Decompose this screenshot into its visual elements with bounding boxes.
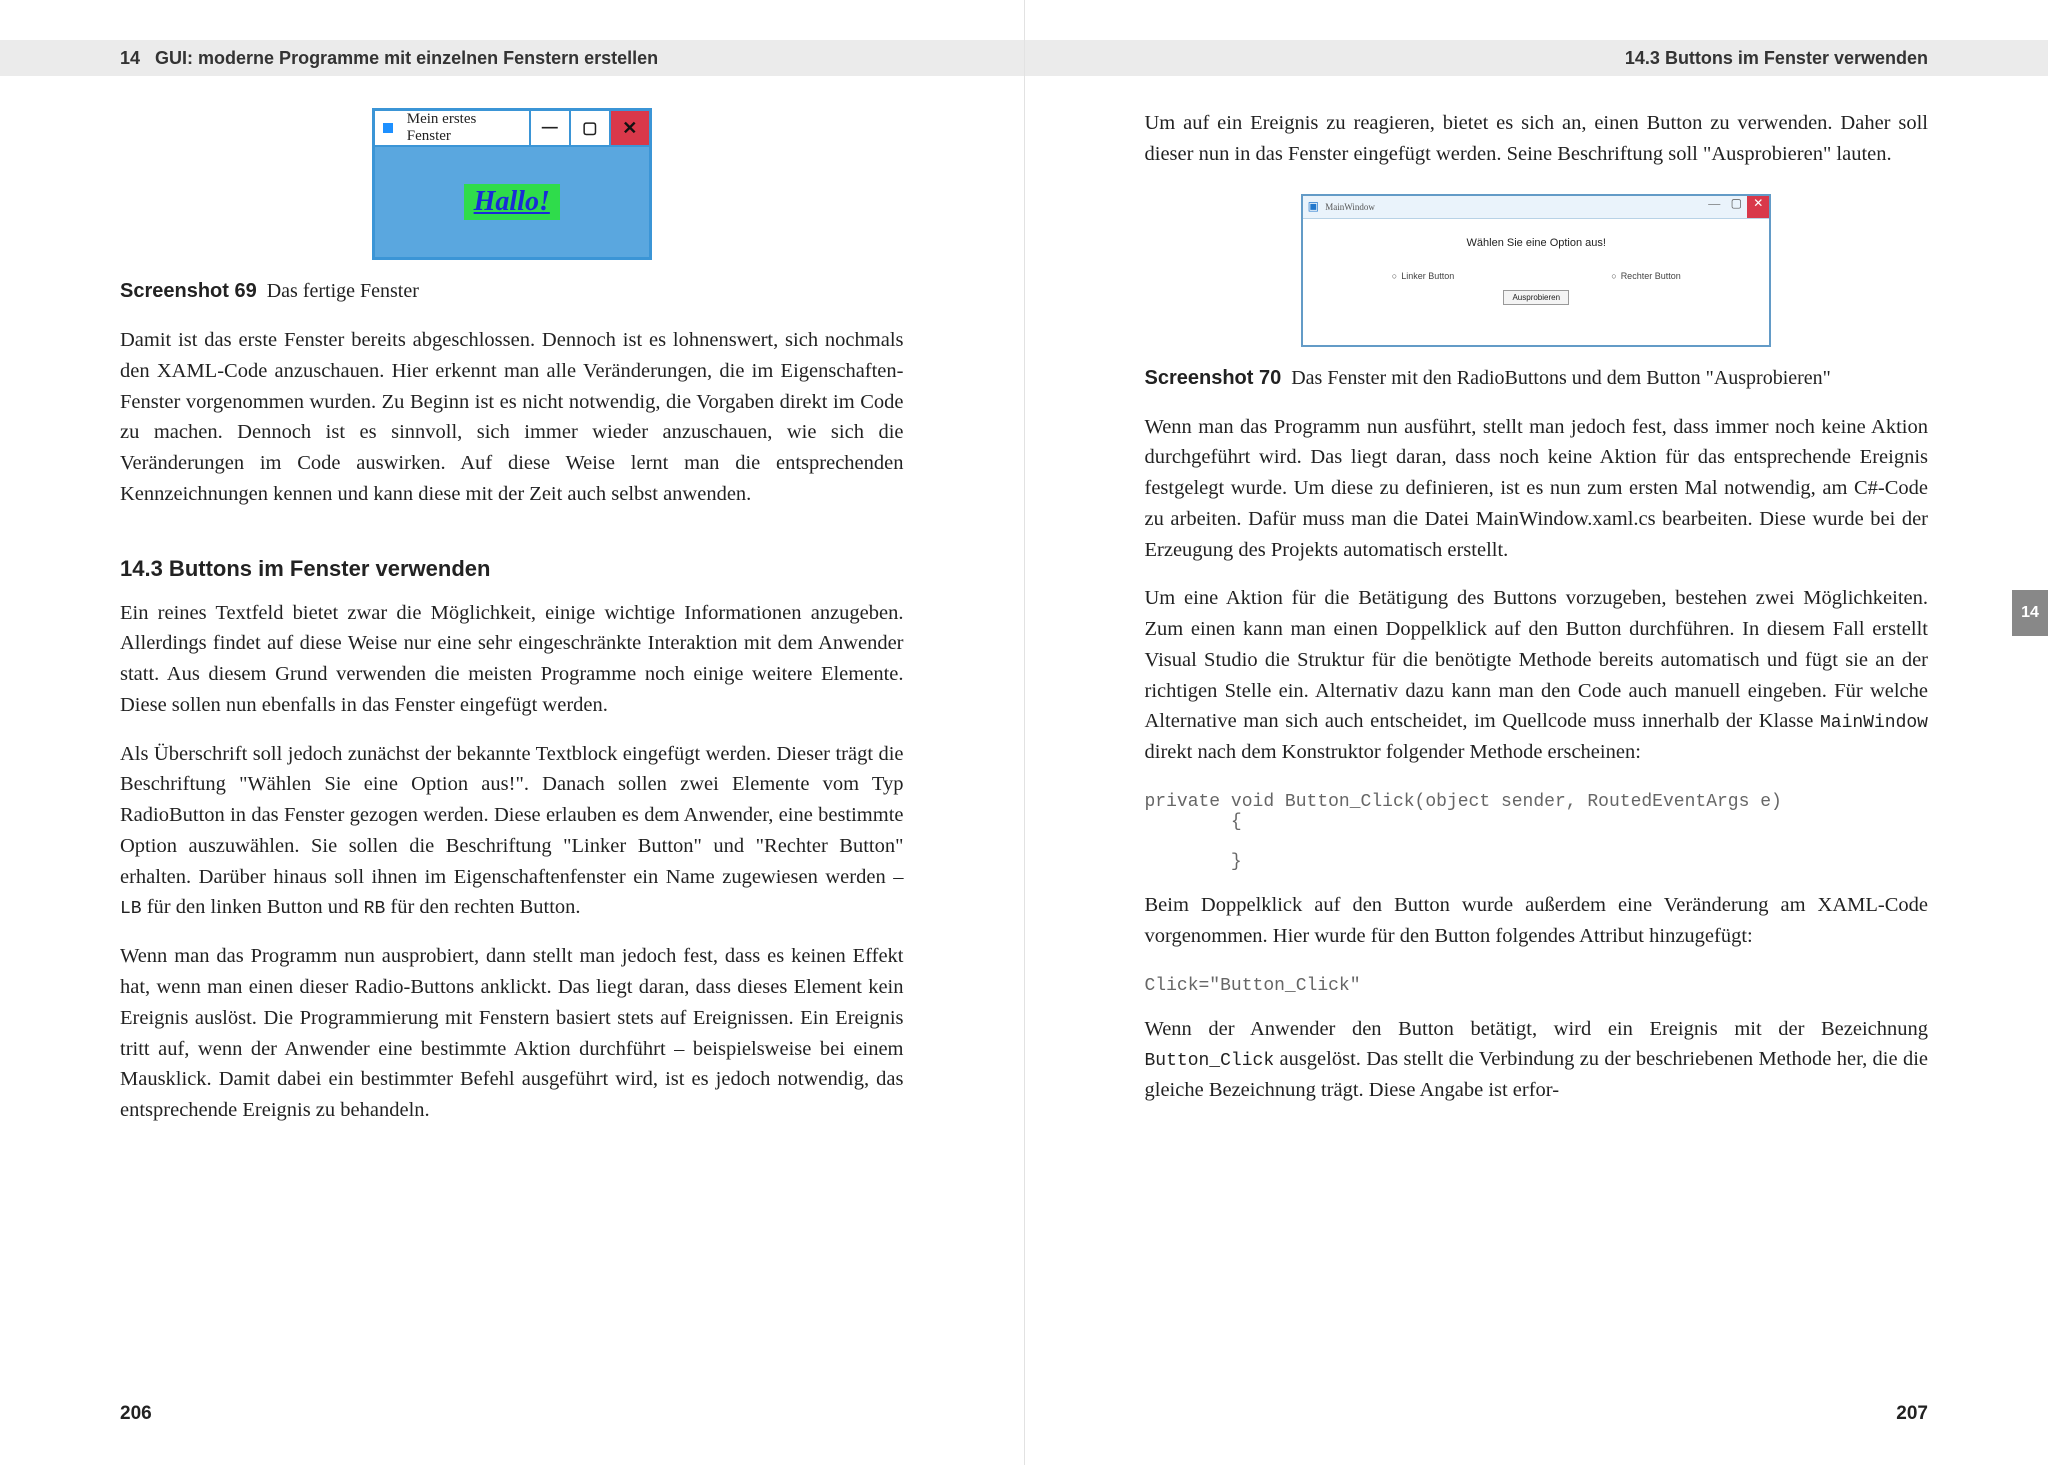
caption-70: Screenshot 70 Das Fenster mit den RadioB… bbox=[1145, 367, 1929, 390]
body-paragraph: Um auf ein Ereignis zu reagieren, bietet… bbox=[1145, 108, 1929, 170]
running-head-right: 14.3 Buttons im Fenster verwenden bbox=[1025, 40, 2048, 76]
minimize-icon: — bbox=[529, 111, 569, 145]
figure-70: ▣ MainWindow — ▢ ✕ Wählen Sie eine Optio… bbox=[1301, 194, 1771, 347]
running-head-left: 14 GUI: moderne Programme mit einzelnen … bbox=[0, 40, 1024, 76]
window-illustration-70: ▣ MainWindow — ▢ ✕ Wählen Sie eine Optio… bbox=[1301, 194, 1771, 347]
chapter-title: GUI: moderne Programme mit einzelnen Fen… bbox=[155, 48, 658, 69]
titlebar: Mein erstes Fenster — ▢ ✕ bbox=[375, 111, 649, 147]
radio-row: Linker Button Rechter Button bbox=[1313, 271, 1759, 281]
window-body: Hallo! bbox=[375, 147, 649, 257]
inline-code: LB bbox=[120, 899, 142, 919]
body-paragraph: Wenn man das Programm nun ausführt, stel… bbox=[1145, 412, 1929, 566]
body-paragraph: Beim Doppelklick auf den Button wurde au… bbox=[1145, 890, 1929, 952]
inline-code: MainWindow bbox=[1820, 713, 1928, 733]
body-paragraph: Damit ist das erste Fenster bereits abge… bbox=[120, 325, 904, 510]
code-block: Click="Button_Click" bbox=[1145, 976, 1929, 996]
body-paragraph: Wenn man das Programm nun ausprobiert, d… bbox=[120, 941, 904, 1126]
prompt-label: Wählen Sie eine Option aus! bbox=[1313, 237, 1759, 249]
app-icon: ▣ bbox=[1303, 196, 1323, 218]
radio-left: Linker Button bbox=[1392, 271, 1454, 281]
radio-right: Rechter Button bbox=[1611, 271, 1680, 281]
window-title: Mein erstes Fenster bbox=[401, 111, 529, 145]
caption-69: Screenshot 69 Das fertige Fenster bbox=[120, 280, 904, 303]
window-title: MainWindow bbox=[1323, 196, 1703, 218]
chapter-number: 14 bbox=[120, 48, 140, 69]
close-icon: ✕ bbox=[609, 111, 649, 145]
figure-69: Mein erstes Fenster — ▢ ✕ Hallo! bbox=[372, 108, 652, 260]
caption-label: Screenshot 70 bbox=[1145, 367, 1282, 389]
thumb-tab: 14 bbox=[2012, 590, 2048, 636]
section-ref: 14.3 Buttons im Fenster verwenden bbox=[1625, 48, 1928, 69]
caption-text: Das Fenster mit den RadioButtons und dem… bbox=[1291, 367, 1831, 389]
maximize-icon: ▢ bbox=[1725, 196, 1747, 218]
page-number: 207 bbox=[1896, 1403, 1928, 1425]
titlebar: ▣ MainWindow — ▢ ✕ bbox=[1303, 196, 1769, 219]
minimize-icon: — bbox=[1703, 196, 1725, 218]
body-paragraph: Um eine Aktion für die Betätigung des Bu… bbox=[1145, 583, 1929, 768]
window-body: Wählen Sie eine Option aus! Linker Butto… bbox=[1303, 219, 1769, 345]
inline-code: Button_Click bbox=[1145, 1051, 1275, 1071]
code-block: private void Button_Click(object sender,… bbox=[1145, 792, 1929, 872]
caption-label: Screenshot 69 bbox=[120, 280, 257, 302]
try-button: Ausprobieren bbox=[1503, 290, 1569, 305]
window-illustration-69: Mein erstes Fenster — ▢ ✕ Hallo! bbox=[372, 108, 652, 260]
close-icon: ✕ bbox=[1747, 196, 1769, 218]
page-number: 206 bbox=[120, 1403, 152, 1425]
body-paragraph: Ein reines Textfeld bietet zwar die Mögl… bbox=[120, 598, 904, 721]
section-heading: 14.3 Buttons im Fenster verwenden bbox=[120, 556, 904, 582]
body-paragraph: Wenn der Anwender den Button betätigt, w… bbox=[1145, 1014, 1929, 1107]
page-left: 14 GUI: moderne Programme mit einzelnen … bbox=[0, 0, 1025, 1465]
hallo-label: Hallo! bbox=[464, 184, 560, 220]
book-spread: 14 GUI: moderne Programme mit einzelnen … bbox=[0, 0, 2048, 1465]
inline-code: RB bbox=[364, 899, 386, 919]
body-paragraph: Als Überschrift soll jedoch zunächst der… bbox=[120, 739, 904, 924]
app-icon bbox=[375, 111, 401, 145]
caption-text: Das fertige Fenster bbox=[267, 280, 419, 302]
page-right: 14.3 Buttons im Fenster verwenden Um auf… bbox=[1025, 0, 2048, 1465]
maximize-icon: ▢ bbox=[569, 111, 609, 145]
